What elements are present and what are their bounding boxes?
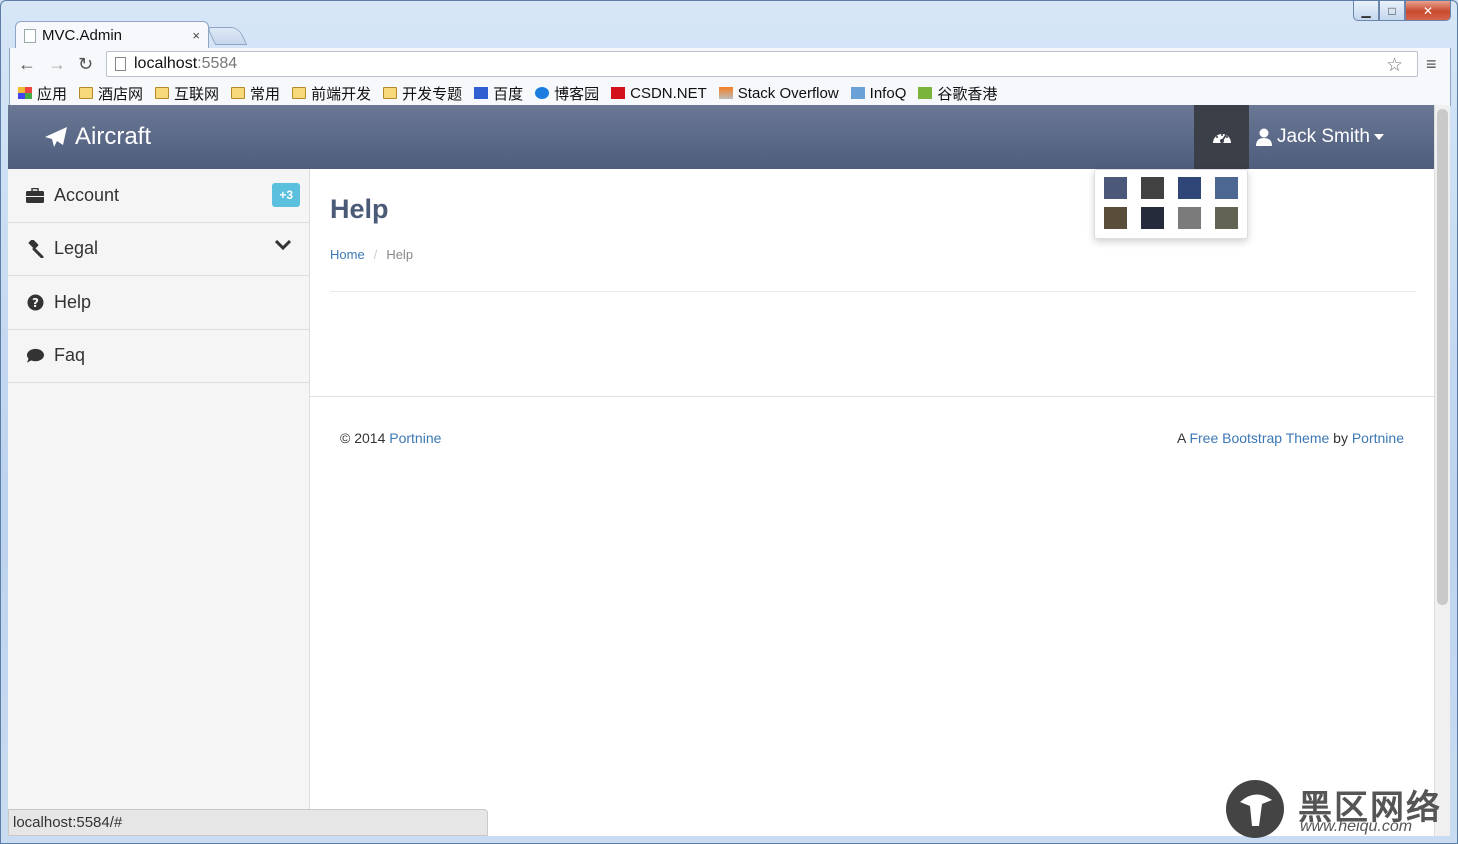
sidebar-item-help[interactable]: ? Help [8, 276, 309, 330]
bookmark-folder-hotel[interactable]: 酒店网 [79, 83, 143, 104]
google-hk-icon [918, 87, 933, 99]
gavel-icon [26, 239, 44, 258]
reload-icon[interactable]: ↻ [78, 54, 93, 75]
briefcase-icon [26, 186, 44, 204]
close-window-button[interactable]: ✕ [1405, 1, 1451, 21]
breadcrumb-current: Help [386, 247, 414, 262]
tab-close-icon[interactable]: × [192, 28, 200, 43]
sidebar-item-label: Account [54, 184, 120, 205]
minimize-button[interactable]: ▁ [1353, 1, 1379, 21]
scrollbar-thumb[interactable] [1437, 109, 1448, 605]
user-icon [1256, 128, 1272, 146]
sidebar-item-label: Help [54, 291, 92, 312]
page-viewport: Aircraft Jack Smith Account +3 Legal ? H… [8, 105, 1434, 836]
comment-icon [26, 347, 44, 365]
sidebar-item-label: Legal [54, 238, 99, 259]
baidu-icon [474, 87, 489, 99]
breadcrumb: Home / Help [330, 247, 413, 262]
footer-divider [310, 396, 1434, 397]
svg-text:?: ? [32, 296, 39, 310]
theme-swatch[interactable] [1215, 177, 1238, 199]
caret-down-icon [1373, 134, 1384, 140]
page-title: Help [330, 194, 389, 224]
brand-link[interactable]: Aircraft [44, 123, 151, 151]
bookmark-folder-internet[interactable]: 互联网 [155, 83, 219, 104]
browser-menu-icon[interactable]: ≡ [1426, 54, 1437, 75]
bookmark-folder-common[interactable]: 常用 [231, 83, 280, 104]
watermark-logo-icon [1226, 780, 1284, 838]
portnine-link[interactable]: Portnine [389, 430, 441, 446]
watermark: 黑区网络 www.heiqu.com [1226, 778, 1452, 840]
bookmark-folder-frontend[interactable]: 前端开发 [292, 83, 371, 104]
app-navbar: Aircraft Jack Smith [8, 105, 1434, 169]
tab-title: MVC.Admin [42, 27, 123, 44]
url-port: :5584 [197, 55, 238, 72]
paper-plane-icon [45, 127, 67, 147]
bookmarks-bar: 应用 酒店网 互联网 常用 前端开发 开发专题 百度 博客园 CSDN.NET … [9, 80, 1451, 106]
user-menu[interactable]: Jack Smith [1256, 126, 1384, 148]
cnblogs-icon [535, 87, 550, 99]
theme-swatch[interactable] [1104, 206, 1127, 229]
forward-arrow-icon[interactable]: → [48, 54, 66, 75]
page-favicon-icon [24, 28, 36, 43]
bookmark-google-hk[interactable]: 谷歌香港 [918, 83, 997, 104]
dashboard-gauge-icon [1212, 134, 1231, 143]
theme-swatch[interactable] [1178, 177, 1201, 199]
bookmark-star-icon[interactable]: ☆ [1386, 54, 1403, 77]
csdn-icon [611, 87, 626, 99]
footer-credit: A Free Bootstrap Theme by Portnine [1176, 430, 1404, 446]
window-controls: ▁ □ ✕ [1353, 1, 1451, 21]
header-divider [330, 291, 1416, 292]
stackoverflow-icon [718, 87, 733, 99]
folder-icon [155, 87, 170, 99]
free-theme-link[interactable]: Free Bootstrap Theme [1189, 430, 1329, 446]
address-bar[interactable]: localhost:5584 ☆ [106, 51, 1418, 77]
chevron-down-icon[interactable] [275, 239, 291, 251]
bookmark-cnblogs[interactable]: 博客园 [535, 83, 599, 104]
sidebar-item-legal[interactable]: Legal [8, 223, 309, 276]
bookmark-baidu[interactable]: 百度 [474, 83, 523, 104]
footer-copyright: © 2014 Portnine [340, 430, 442, 446]
sidebar: Account +3 Legal ? Help Faq [8, 169, 310, 836]
breadcrumb-separator: / [373, 247, 378, 262]
bookmark-apps[interactable]: 应用 [18, 83, 67, 104]
watermark-url: www.heiqu.com [1300, 818, 1413, 835]
theme-swatch[interactable] [1215, 206, 1238, 229]
sidebar-item-account[interactable]: Account +3 [8, 169, 309, 223]
theme-swatch[interactable] [1104, 177, 1127, 199]
brand-name: Aircraft [75, 123, 152, 150]
browser-toolbar: ← → ↻ localhost:5584 ☆ ≡ [9, 48, 1451, 80]
theme-swatch[interactable] [1178, 206, 1201, 229]
portnine-credit-link[interactable]: Portnine [1352, 430, 1404, 446]
new-tab-button[interactable] [206, 27, 248, 45]
bookmark-infoq[interactable]: InfoQ [850, 85, 906, 102]
bookmark-folder-topics[interactable]: 开发专题 [383, 83, 462, 104]
browser-tab[interactable]: MVC.Admin × [15, 21, 209, 49]
bookmark-stackoverflow[interactable]: Stack Overflow [718, 85, 839, 102]
infoq-icon [850, 87, 865, 99]
bookmark-csdn[interactable]: CSDN.NET [611, 85, 707, 102]
url-host: localhost [134, 55, 198, 72]
sidebar-item-label: Faq [54, 345, 86, 366]
theme-swatch-popover [1094, 169, 1248, 239]
theme-switcher-button[interactable] [1194, 105, 1249, 169]
folder-icon [383, 87, 398, 99]
account-count-badge: +3 [272, 183, 300, 207]
apps-grid-icon [18, 87, 32, 99]
folder-icon [231, 87, 246, 99]
page-icon [115, 57, 126, 71]
folder-icon [292, 87, 307, 99]
maximize-button[interactable]: □ [1379, 1, 1405, 21]
sidebar-item-faq[interactable]: Faq [8, 330, 309, 383]
breadcrumb-home-link[interactable]: Home [330, 247, 365, 262]
theme-swatch[interactable] [1141, 206, 1164, 229]
question-circle-icon: ? [26, 293, 44, 311]
back-arrow-icon[interactable]: ← [18, 54, 36, 75]
vertical-scrollbar[interactable] [1434, 105, 1450, 836]
status-bubble: localhost:5584/# [8, 809, 488, 836]
theme-swatch[interactable] [1141, 177, 1164, 199]
folder-icon [79, 87, 94, 99]
user-name: Jack Smith [1277, 126, 1370, 147]
